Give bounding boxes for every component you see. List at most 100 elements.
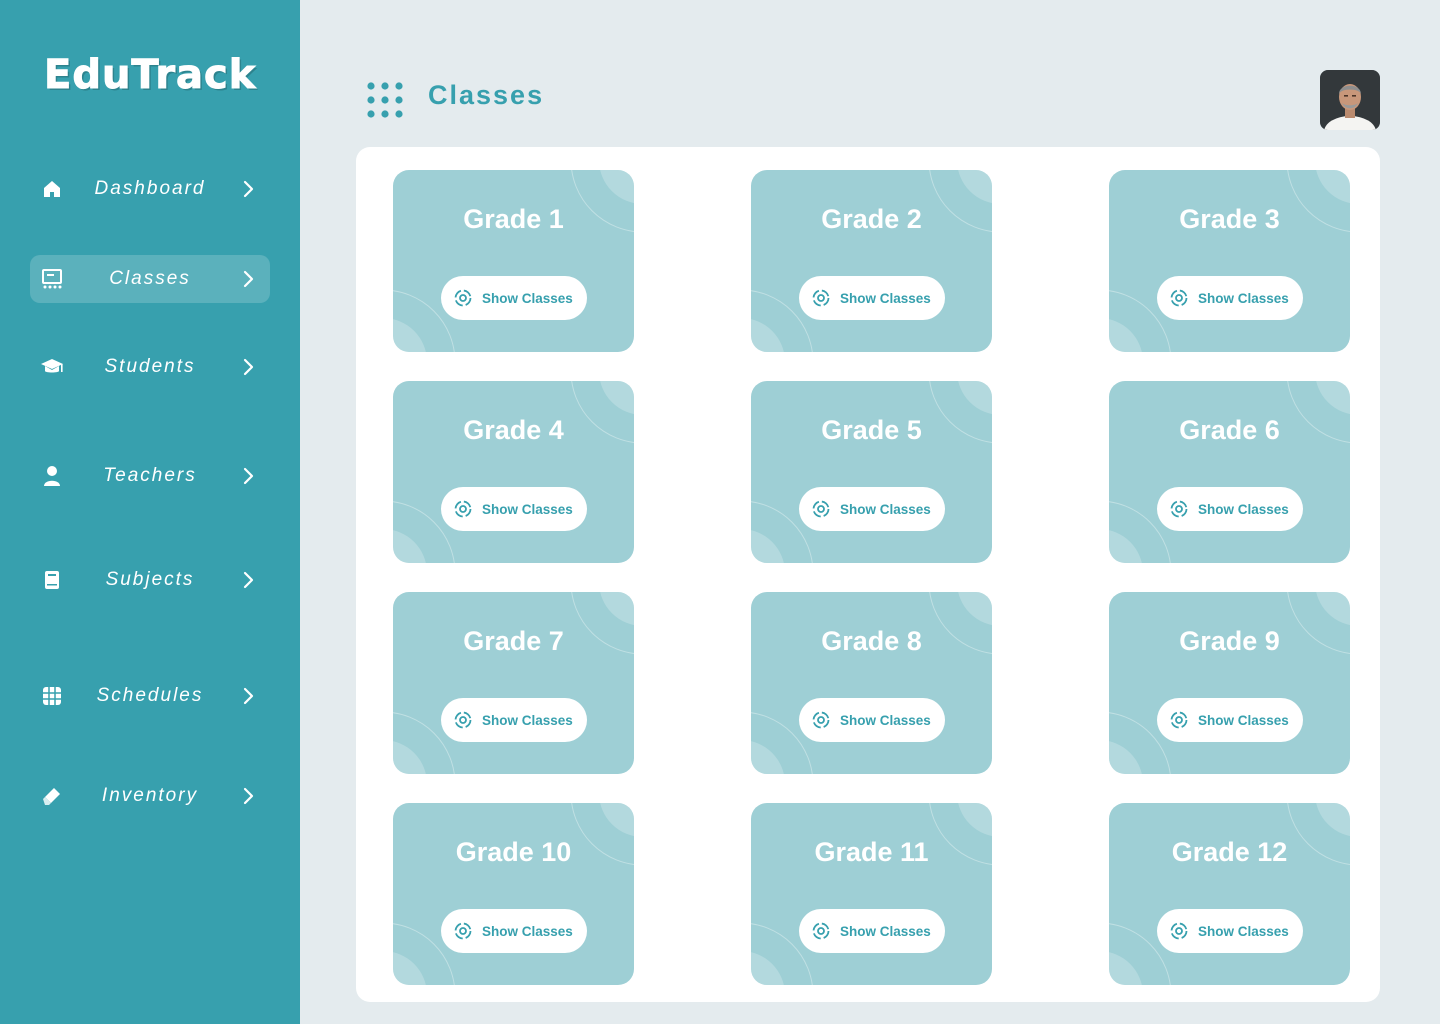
show-classes-label: Show Classes [840,290,931,306]
card-decoration [393,803,634,985]
chevron-right-icon [236,267,260,291]
sidebar-item-schedules[interactable]: Schedules [30,672,270,720]
calendar-grid-icon [40,684,64,708]
sidebar-item-students[interactable]: Students [30,343,270,391]
dots-grid-icon[interactable] [367,82,403,118]
card-decoration [1109,803,1350,985]
grade-card: Grade 3 Show Classes [1109,170,1350,352]
sidebar-item-label: Inventory [101,785,199,806]
target-icon [1170,289,1188,307]
grade-title: Grade 12 [1171,837,1288,867]
grade-title: Grade 11 [814,837,929,867]
home-icon [40,177,64,201]
grade-title: Grade 9 [1179,626,1280,656]
sidebar-item-teachers[interactable]: Teachers [30,452,270,500]
grade-title: Grade 8 [821,626,922,656]
card-decoration [1109,592,1350,774]
target-icon [454,289,472,307]
card-decoration [1109,170,1350,352]
target-icon [454,711,472,729]
show-classes-button[interactable]: Show Classes [1157,487,1303,531]
sidebar-item-label: Students [104,356,196,377]
show-classes-button[interactable]: Show Classes [441,909,587,953]
target-icon [812,289,830,307]
show-classes-label: Show Classes [1198,923,1289,939]
grade-card: Grade 8 Show Classes [751,592,992,774]
chevron-right-icon [236,568,260,592]
show-classes-label: Show Classes [482,923,573,939]
card-decoration [751,592,992,774]
show-classes-label: Show Classes [840,923,931,939]
show-classes-label: Show Classes [482,712,573,728]
target-icon [812,500,830,518]
target-icon [1170,711,1188,729]
sidebar-item-subjects[interactable]: Subjects [30,556,270,604]
show-classes-label: Show Classes [1198,501,1289,517]
show-classes-button[interactable]: Show Classes [799,276,945,320]
card-decoration [751,170,992,352]
sidebar-item-classes[interactable]: Classes [30,255,270,303]
app-logo: EduTrack [43,52,257,99]
target-icon [812,922,830,940]
sidebar-item-label: Dashboard [94,178,206,199]
grade-card: Grade 9 Show Classes [1109,592,1350,774]
grade-card: Grade 6 Show Classes [1109,381,1350,563]
grade-card: Grade 7 Show Classes [393,592,634,774]
grade-title: Grade 1 [463,204,564,234]
grade-card: Grade 4 Show Classes [393,381,634,563]
sidebar-item-label: Schedules [96,685,204,706]
grade-card: Grade 1 Show Classes [393,170,634,352]
show-classes-button[interactable]: Show Classes [441,276,587,320]
person-icon [40,464,64,488]
show-classes-button[interactable]: Show Classes [1157,698,1303,742]
card-decoration [393,592,634,774]
grade-title: Grade 7 [463,626,564,656]
grade-title: Grade 2 [821,204,922,234]
classroom-icon [40,267,64,291]
grade-card: Grade 11 Show Classes [751,803,992,985]
chevron-right-icon [236,464,260,488]
show-classes-button[interactable]: Show Classes [441,487,587,531]
show-classes-button[interactable]: Show Classes [1157,909,1303,953]
card-decoration [393,381,634,563]
show-classes-button[interactable]: Show Classes [799,698,945,742]
grade-title: Grade 6 [1179,415,1280,445]
sidebar-item-inventory[interactable]: Inventory [30,772,270,820]
card-decoration [1109,381,1350,563]
chevron-right-icon [236,684,260,708]
sidebar-item-label: Teachers [103,465,197,486]
show-classes-label: Show Classes [482,501,573,517]
show-classes-button[interactable]: Show Classes [441,698,587,742]
sidebar-item-label: Classes [109,268,191,289]
show-classes-label: Show Classes [840,501,931,517]
eraser-icon [40,784,64,808]
grade-title: Grade 4 [463,415,564,445]
target-icon [454,500,472,518]
sidebar-item-dashboard[interactable]: Dashboard [30,165,270,213]
target-icon [1170,922,1188,940]
show-classes-button[interactable]: Show Classes [799,909,945,953]
card-decoration [751,803,992,985]
grade-card: Grade 5 Show Classes [751,381,992,563]
target-icon [1170,500,1188,518]
show-classes-label: Show Classes [840,712,931,728]
grade-card: Grade 12 Show Classes [1109,803,1350,985]
card-decoration [393,170,634,352]
grade-card: Grade 2 Show Classes [751,170,992,352]
show-classes-button[interactable]: Show Classes [799,487,945,531]
page-title: Classes [428,80,545,110]
sidebar: EduTrack Dashboard Classes Students Teac [0,0,300,1024]
show-classes-label: Show Classes [1198,290,1289,306]
book-icon [40,568,64,592]
avatar[interactable] [1320,70,1380,130]
grade-title: Grade 10 [455,837,572,867]
grade-card: Grade 10 Show Classes [393,803,634,985]
chevron-right-icon [236,784,260,808]
target-icon [812,711,830,729]
sidebar-item-label: Subjects [105,569,195,590]
grade-title: Grade 5 [821,415,922,445]
chevron-right-icon [236,177,260,201]
show-classes-button[interactable]: Show Classes [1157,276,1303,320]
show-classes-label: Show Classes [482,290,573,306]
card-decoration [751,381,992,563]
